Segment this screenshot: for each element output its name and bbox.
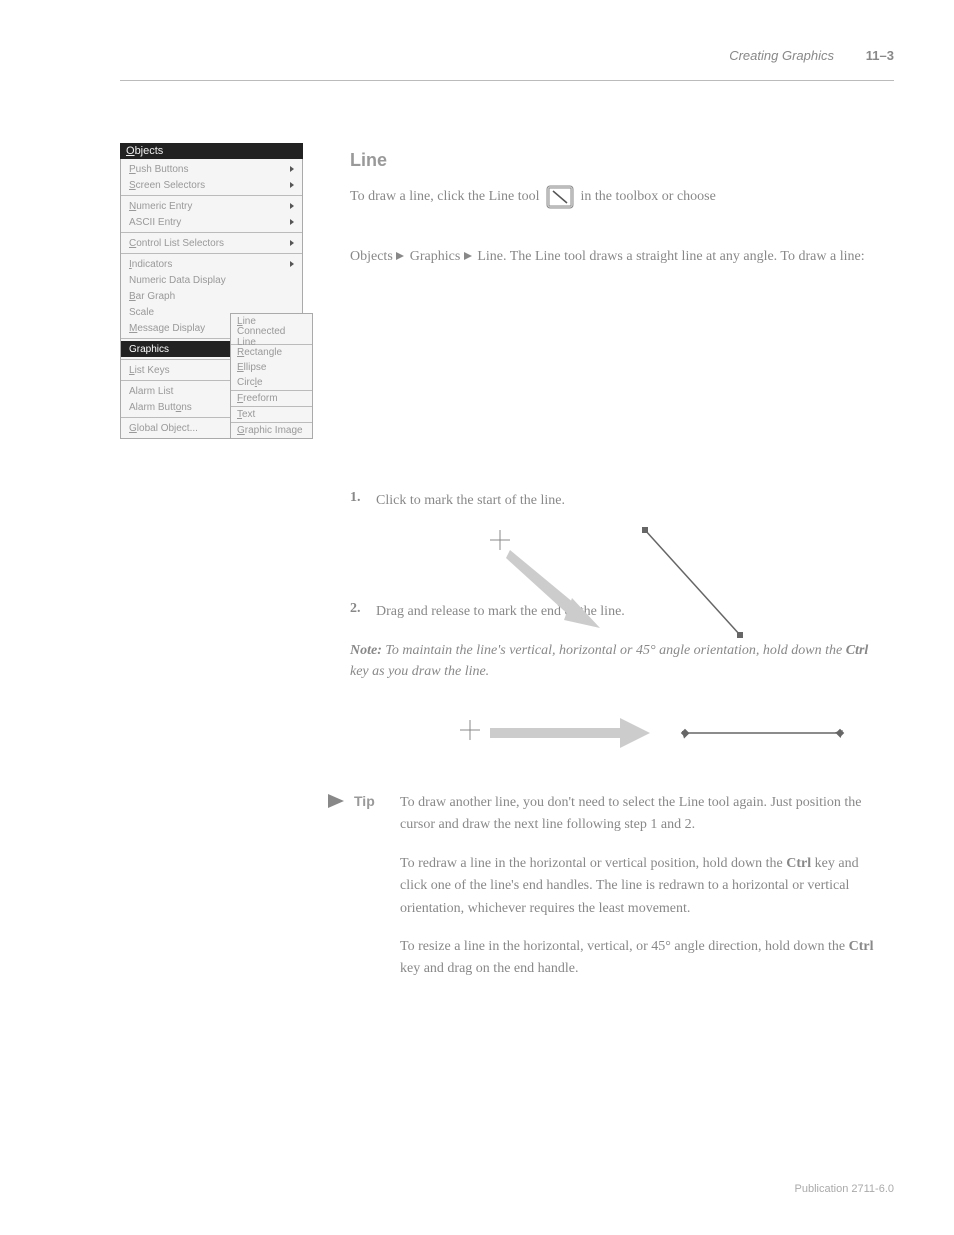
menu-item[interactable]: ASCII Entry [121,214,302,230]
menu-item[interactable]: Screen Selectors [121,177,302,193]
submenu-item[interactable]: Freeform [231,391,312,406]
submenu-item[interactable]: Graphic Image [231,423,312,438]
intro-line-2: Objects Graphics Line. The Line tool dra… [350,246,874,268]
intro-text-1a: To draw a line, click the Line tool [350,189,540,204]
diagonal-line-diagram [480,520,860,640]
tip-p2: To redraw a line in the horizontal or ve… [400,853,874,920]
step-2-num: 2. [350,601,376,617]
section-heading: Line [350,150,387,171]
step-1-num: 1. [350,490,376,506]
submenu-item[interactable]: Ellipse [231,360,312,375]
tip-p1: To draw another line, you don't need to … [400,792,874,837]
page-header: Creating Graphics [729,48,834,63]
menu-item[interactable]: Indicators [121,256,302,272]
menu-item[interactable]: Control List Selectors [121,235,302,251]
submenu-item[interactable]: Connected Line [231,329,312,344]
submenu-item[interactable]: Text [231,407,312,422]
tip-heading: Tip [326,792,375,810]
menu-item[interactable]: Push Buttons [121,161,302,177]
tip-p3: To resize a line in the horizontal, vert… [400,936,874,981]
tip-body: To draw another line, you don't need to … [400,792,874,997]
step-1: 1. Click to mark the start of the line. [350,490,874,511]
graphics-submenu: LineConnected LineRectangleEllipseCircle… [230,313,313,439]
menu-item[interactable]: Bar Graph [121,288,302,304]
intro-text-1b: in the toolbox or choose [581,189,716,204]
submenu-item[interactable]: Circle [231,375,312,390]
page-number: 11–3 [866,48,894,63]
horizontal-line-diagram [460,700,860,760]
tip-label: Tip [354,793,375,809]
step-1-text: Click to mark the start of the line. [376,490,874,511]
tip-icon [326,792,346,810]
menu-title: Objects [120,143,303,159]
page-footer: Publication 2711-6.0 [795,1183,894,1195]
intro-line-1: To draw a line, click the Line tool in t… [350,185,874,209]
header-rule [120,80,894,81]
menu-item[interactable]: Numeric Entry [121,198,302,214]
line-tool-icon [546,185,574,209]
menu-item[interactable]: Numeric Data Display [121,272,302,288]
